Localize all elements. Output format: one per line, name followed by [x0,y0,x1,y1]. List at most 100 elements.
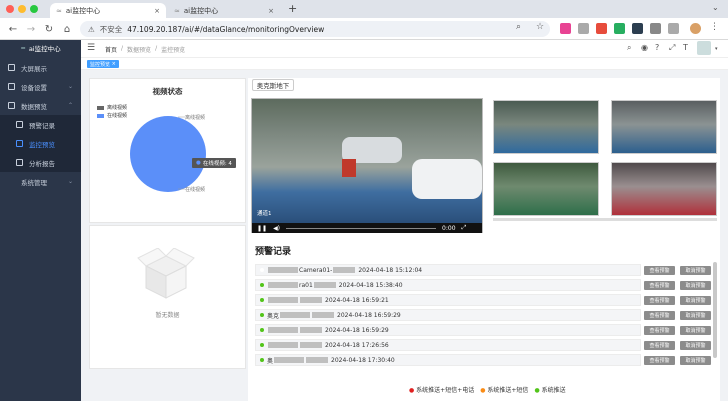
close-tab-icon[interactable]: × [154,7,160,15]
tag-monitor-preview[interactable]: 监控预览 × [87,60,119,68]
back-icon[interactable]: ← [6,22,20,36]
logo-text: ai监控中心 [28,45,61,53]
font-size-icon[interactable]: T [683,43,688,52]
help-icon[interactable]: ? [655,43,659,52]
car-shape [412,159,482,199]
sidebar-item-label: 设备设置 [21,83,47,92]
close-window-icon[interactable] [6,5,14,13]
sidebar-item-data-preview[interactable]: 数据预览 ⌃ [0,96,81,115]
profile-avatar[interactable] [690,23,701,34]
reload-icon[interactable]: ↻ [42,22,56,36]
view-warning-button[interactable]: 查看预警 [644,296,675,305]
breadcrumb-home[interactable]: 首页 [105,45,117,54]
download-extension-icon[interactable] [614,23,625,34]
breadcrumb-data-preview[interactable]: 数据预览 [127,45,151,54]
chevron-down-icon[interactable]: ▾ [715,46,718,52]
thumbnail-scrollbar[interactable] [493,218,717,221]
extension-icon[interactable] [560,23,571,34]
cancel-warning-button[interactable]: 取消预警 [680,311,711,320]
video-status-panel: 视频状态 离线视频 在线视频 离线视频 在线视频 ● 在线视频: 4 [89,78,246,223]
star-icon[interactable]: ☆ [536,22,544,32]
legend-label: 系统推送+短信 [487,387,529,394]
video-thumbnail[interactable] [493,100,599,154]
minimize-window-icon[interactable] [18,5,26,13]
menu-toggle-icon[interactable]: ☰ [87,43,95,53]
security-label[interactable]: 不安全 [100,24,123,35]
github-icon[interactable]: ◉ [641,43,648,52]
sidebar-item-analysis-report[interactable]: 分析报告 [0,153,81,172]
pie-slice-online[interactable] [130,116,206,192]
redacted-block [306,357,329,363]
browser-tab[interactable]: ≈ ai监控中心 × [168,3,280,18]
search-icon[interactable]: ⌕ [516,22,521,32]
button-label: 取消预警 [685,343,706,349]
extension-icon[interactable] [578,23,589,34]
volume-icon[interactable]: ◀) [273,225,280,232]
button-label: 取消预警 [685,268,706,274]
sidebar-item-warning-records[interactable]: 预警记录 [0,115,81,134]
cancel-warning-button[interactable]: 取消预警 [680,266,711,275]
sidebar-item-system-management[interactable]: 系统管理 ⌄ [0,172,81,191]
close-tab-icon[interactable]: × [268,7,274,15]
cancel-warning-button[interactable]: 取消预警 [680,356,711,365]
warning-camera: ra01 [299,281,313,289]
button-label: 查看预警 [649,358,670,364]
video-thumbnail[interactable] [611,100,717,154]
warning-time: 2024-04-18 17:30:40 [331,356,395,364]
main-content: 视频状态 离线视频 在线视频 离线视频 在线视频 ● 在线视频: 4 暂无数据 [81,70,728,401]
home-icon[interactable]: ⌂ [60,22,74,36]
address-bar[interactable]: ⚠ 不安全 47.109.20.187/ai/#/dataGlance/moni… [80,21,550,37]
location-button[interactable]: 奥克斯地下 [252,79,294,91]
new-tab-button[interactable]: + [288,2,297,15]
puzzle-icon[interactable] [650,23,661,34]
view-warning-button[interactable]: 查看预警 [644,281,675,290]
app-header: ☰ 首页 / 数据预览 / 监控预览 ⌕ ◉ ? ⤢ T ▾ [81,40,728,58]
main-video-player[interactable]: 通道1 ❚❚ ◀) 0:00 ⤢ [251,98,483,233]
forward-icon[interactable]: → [24,22,38,36]
sidebar-item-screen[interactable]: 大屏展示 [0,58,81,77]
favicon-icon: ≈ [56,6,62,15]
redacted-block [268,282,298,288]
view-warning-button[interactable]: 查看预警 [644,326,675,335]
redacted-block [300,327,322,333]
browser-tab-active[interactable]: ≈ ai监控中心 × [50,3,166,18]
button-label: 查看预警 [649,343,670,349]
button-label: 查看预警 [649,268,670,274]
browser-tab-bar: ≈ ai监控中心 × ≈ ai监控中心 × + ⌄ [0,0,728,18]
report-icon [16,159,23,166]
redacted-block [268,342,298,348]
more-menu-icon[interactable]: ⋮ [710,22,719,32]
warnings-scrollbar[interactable] [713,262,717,358]
url-text[interactable]: 47.109.20.187/ai/#/dataGlance/monitoring… [127,25,324,34]
tab-list-icon[interactable]: ⌄ [712,3,719,12]
cancel-warning-button[interactable]: 取消预警 [680,281,711,290]
tag-label: 监控预览 [90,61,111,68]
sidebar-toggle-icon[interactable] [668,23,679,34]
search-icon[interactable]: ⌕ [627,43,631,53]
breadcrumb-separator: / [121,45,124,52]
video-thumbnail[interactable] [493,162,599,216]
video-thumbnail[interactable] [611,162,717,216]
maximize-window-icon[interactable] [30,5,38,13]
user-avatar[interactable] [697,41,711,55]
sidebar-item-monitor-preview[interactable]: 监控预览 [0,134,81,153]
extension-icon[interactable] [632,23,643,34]
cancel-warning-button[interactable]: 取消预警 [680,326,711,335]
warning-time: 2024-04-18 15:12:04 [358,266,423,274]
cancel-warning-button[interactable]: 取消预警 [680,341,711,350]
breadcrumb-separator: / [155,45,158,52]
view-warning-button[interactable]: 查看预警 [644,341,675,350]
warning-row: Camera01- 2024-04-18 15:12:04 查看预警 取消预警 [255,264,711,276]
progress-bar[interactable] [286,227,437,229]
sidebar-item-label: 预警记录 [29,121,55,130]
fullscreen-icon[interactable]: ⤢ [462,224,467,232]
pause-icon[interactable]: ❚❚ [257,225,267,232]
view-warning-button[interactable]: 查看预警 [644,311,675,320]
view-warning-button[interactable]: 查看预警 [644,356,675,365]
extension-icon[interactable] [596,23,607,34]
view-warning-button[interactable]: 查看预警 [644,266,675,275]
pie-label-offline: 离线视频 [185,114,205,121]
cancel-warning-button[interactable]: 取消预警 [680,296,711,305]
fullscreen-icon[interactable]: ⤢ [669,43,675,53]
sidebar-item-device-settings[interactable]: 设备设置 ⌄ [0,77,81,96]
